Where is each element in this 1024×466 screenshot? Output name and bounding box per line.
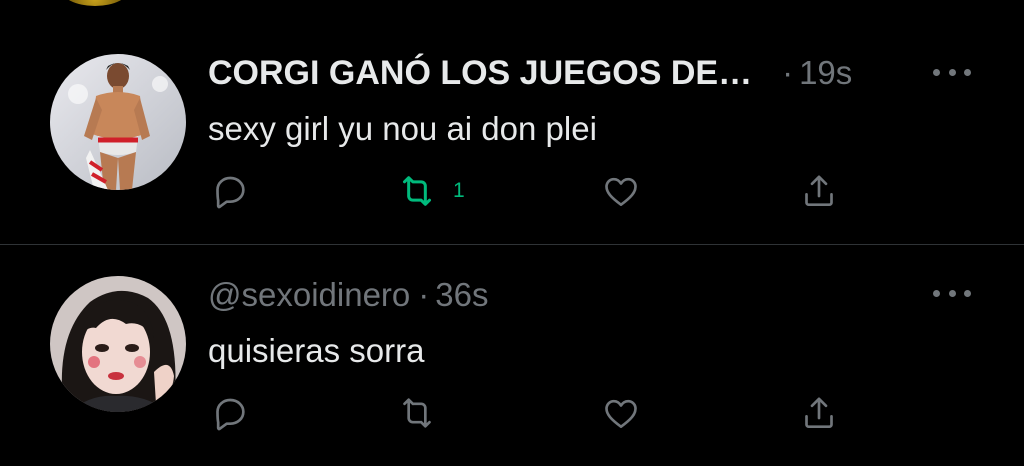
retweet-button[interactable] [397,391,437,435]
retweet-button[interactable]: 1 [397,169,465,213]
tweet-actions [0,391,1024,435]
reply-button[interactable] [210,169,250,213]
reply-icon [216,176,245,209]
more-icon[interactable] [933,286,971,300]
timestamp[interactable]: 36s [435,276,488,313]
like-button[interactable] [601,391,641,435]
reply-icon [216,398,245,431]
display-name[interactable]: CORGI GANÓ LOS JUEGOS DE… [208,54,752,92]
tweet-actions: 1 [0,169,1024,213]
like-icon [605,177,637,206]
separator: · [782,54,794,91]
retweet-icon [403,176,431,206]
tweet-header: CORGI GANÓ LOS JUEGOS DE… · 19s [208,53,852,93]
share-icon [805,397,833,428]
tweet-text: sexy girl yu nou ai don plei [208,110,597,147]
tweet[interactable]: @sexoidinero · 36s quisieras sorra [0,245,1024,466]
username-handle[interactable]: @sexoidinero [208,276,410,313]
more-icon[interactable] [933,65,971,79]
share-icon [805,175,833,206]
like-icon [605,399,637,428]
retweet-count: 1 [453,179,465,202]
reply-button[interactable] [210,391,250,435]
like-button[interactable] [601,169,641,213]
tweet-header: @sexoidinero · 36s [208,275,489,315]
share-button[interactable] [799,169,839,213]
separator: · [418,276,430,313]
tweet[interactable]: CORGI GANÓ LOS JUEGOS DE… · 19s sexy girl … [0,0,1024,244]
share-button[interactable] [799,391,839,435]
timestamp[interactable]: 19s [799,54,852,91]
retweet-icon [403,398,431,428]
tweet-text: quisieras sorra [208,332,425,369]
